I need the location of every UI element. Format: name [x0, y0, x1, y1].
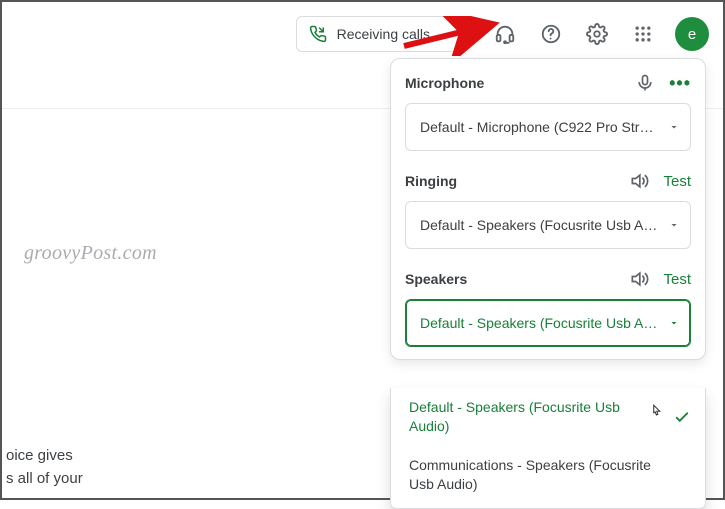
phone-receiving-icon: [309, 25, 327, 43]
ringing-test-button[interactable]: Test: [663, 173, 691, 190]
speakers-test-button[interactable]: Test: [663, 271, 691, 288]
option-label: Default - Speakers (Focusrite Usb Audio): [409, 399, 620, 434]
audio-settings-panel: Microphone ••• Default - Microphone (C92…: [390, 58, 706, 360]
speakers-title: Speakers: [405, 271, 467, 287]
top-bar: Receiving calls: [296, 2, 723, 66]
volume-icon[interactable]: [629, 269, 649, 289]
speakers-dropdown: Default - Speakers (Focusrite Usb Audio)…: [390, 388, 706, 509]
microphone-selected-value: Default - Microphone (C922 Pro Strea…: [420, 119, 660, 135]
cursor-pointer-icon: [647, 402, 665, 422]
ringing-selected-value: Default - Speakers (Focusrite Usb Aud…: [420, 217, 660, 233]
footer-text: oice gives s all of your: [6, 445, 83, 490]
speakers-selected-value: Default - Speakers (Focusrite Usb Aud…: [420, 315, 660, 331]
microphone-select[interactable]: Default - Microphone (C922 Pro Strea…: [405, 103, 691, 151]
ringing-select[interactable]: Default - Speakers (Focusrite Usb Aud…: [405, 201, 691, 249]
account-avatar[interactable]: e: [675, 17, 709, 51]
watermark-text: groovyPost.com: [24, 242, 157, 265]
chevron-down-icon: [668, 317, 680, 329]
audio-settings-button[interactable]: [485, 14, 525, 54]
ringing-section: Ringing Test Default - Speakers (Focusri…: [405, 171, 691, 249]
chevron-down-icon: [668, 219, 680, 231]
microphone-title: Microphone: [405, 75, 484, 91]
apps-button[interactable]: [623, 14, 663, 54]
microphone-section: Microphone ••• Default - Microphone (C92…: [405, 73, 691, 151]
speakers-section: Speakers Test Default - Speakers (Focusr…: [405, 269, 691, 347]
footer-line-2: s all of your: [6, 468, 83, 491]
help-icon: [540, 23, 562, 45]
speakers-option-0[interactable]: Default - Speakers (Focusrite Usb Audio): [391, 388, 705, 446]
microphone-icon[interactable]: [635, 73, 655, 93]
headphones-icon: [494, 23, 516, 45]
chevron-down-icon: [668, 121, 680, 133]
speakers-option-1[interactable]: Communications - Speakers (Focusrite Usb…: [391, 446, 705, 504]
ringing-title: Ringing: [405, 173, 457, 189]
footer-line-1: oice gives: [6, 445, 83, 468]
apps-grid-icon: [633, 24, 653, 44]
settings-button[interactable]: [577, 14, 617, 54]
microphone-more-button[interactable]: •••: [669, 78, 691, 88]
checkmark-icon: [673, 408, 691, 426]
gear-icon: [586, 23, 608, 45]
speakers-select[interactable]: Default - Speakers (Focusrite Usb Aud…: [405, 299, 691, 347]
chevron-down-icon: [442, 28, 454, 40]
avatar-letter: e: [688, 26, 696, 43]
receiving-calls-chip[interactable]: Receiving calls: [296, 16, 469, 52]
help-button[interactable]: [531, 14, 571, 54]
receiving-calls-label: Receiving calls: [337, 26, 430, 42]
volume-icon[interactable]: [629, 171, 649, 191]
option-label: Communications - Speakers (Focusrite Usb…: [409, 457, 651, 492]
